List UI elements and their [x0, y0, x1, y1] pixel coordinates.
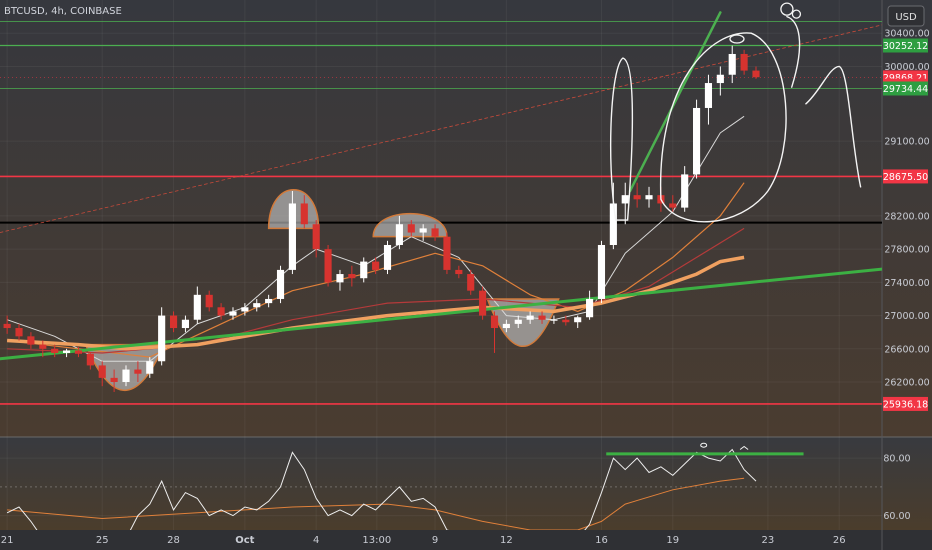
candle-body[interactable] — [633, 195, 641, 200]
rsi-tick-label: 80.00 — [883, 454, 910, 465]
time-tick-label: 19 — [666, 535, 679, 546]
price-tick-label: 30400.00 — [884, 29, 929, 40]
candle-body[interactable] — [336, 274, 344, 283]
candle-body[interactable] — [490, 315, 499, 329]
candle-body[interactable] — [526, 315, 534, 320]
candle-body[interactable] — [146, 361, 154, 374]
candle-body[interactable] — [110, 377, 118, 383]
candle-body[interactable] — [134, 369, 142, 374]
candle-body[interactable] — [253, 303, 261, 308]
candle-body[interactable] — [550, 319, 558, 321]
candle-body[interactable] — [704, 83, 713, 108]
candle-body[interactable] — [383, 244, 392, 270]
candle-body[interactable] — [479, 290, 487, 316]
price-tick-label: 29100.00 — [884, 137, 929, 148]
candle-body[interactable] — [538, 315, 546, 320]
candle-body[interactable] — [728, 53, 736, 75]
candle-body[interactable] — [431, 228, 439, 237]
price-tick-label: 27800.00 — [884, 245, 929, 256]
candle-body[interactable] — [443, 236, 451, 270]
candle-body[interactable] — [360, 261, 368, 279]
candle-body[interactable] — [407, 224, 415, 233]
candle-body[interactable] — [562, 319, 570, 323]
time-tick-label: 16 — [595, 535, 608, 546]
time-tick-label: 9 — [432, 535, 438, 546]
time-tick-label: Oct — [235, 535, 254, 546]
currency-button[interactable]: USD — [887, 5, 925, 27]
time-tick-label: 13:00 — [362, 535, 391, 546]
time-tick-label: 26 — [833, 535, 846, 546]
price-badge-label: 28675.50 — [883, 172, 928, 183]
price-tick-label: 26200.00 — [884, 378, 929, 389]
candle-body[interactable] — [86, 353, 94, 366]
price-tick-label: 26600.00 — [884, 344, 929, 355]
candle-body[interactable] — [395, 224, 403, 245]
candle-body[interactable] — [217, 307, 225, 316]
price-badge-label: 30252.12 — [883, 41, 928, 52]
candle-body[interactable] — [740, 53, 748, 71]
candle-body[interactable] — [265, 298, 273, 304]
chart-svg[interactable]: 30400.0030000.0029100.0028200.0027800.00… — [0, 0, 932, 550]
candle-body[interactable] — [502, 323, 510, 329]
price-badge-label: 25936.18 — [883, 399, 928, 410]
candle-body[interactable] — [15, 328, 23, 337]
time-tick-label: 4 — [313, 535, 319, 546]
candle-body[interactable] — [300, 203, 308, 225]
candle-body[interactable] — [312, 224, 320, 250]
candle-body[interactable] — [276, 269, 285, 299]
candle-body[interactable] — [716, 74, 724, 84]
rsi-tick-label: 60.00 — [883, 511, 910, 522]
candle-body[interactable] — [752, 70, 760, 78]
candle-body[interactable] — [574, 317, 582, 323]
candle-body[interactable] — [74, 350, 83, 354]
candle-body[interactable] — [39, 344, 47, 349]
candle-body[interactable] — [181, 319, 189, 329]
candle-body[interactable] — [193, 294, 201, 320]
candle-body[interactable] — [229, 311, 237, 316]
candle-body[interactable] — [597, 244, 606, 299]
candle-body[interactable] — [669, 203, 677, 208]
candle-body[interactable] — [169, 315, 178, 329]
candle-body[interactable] — [122, 369, 130, 383]
price-tick-label: 27000.00 — [884, 311, 929, 322]
candle-body[interactable] — [455, 269, 463, 275]
time-tick-label: 28 — [167, 535, 180, 546]
candle-body[interactable] — [586, 298, 594, 318]
candle-body[interactable] — [372, 261, 380, 270]
price-tick-label: 28200.00 — [884, 211, 929, 222]
candle-body[interactable] — [288, 203, 296, 270]
candle-body[interactable] — [27, 336, 35, 345]
time-tick-label: 12 — [500, 535, 513, 546]
time-axis-background — [0, 530, 932, 550]
candle-body[interactable] — [609, 203, 617, 245]
chart-title: BTCUSD, 4h, COINBASE — [4, 6, 122, 17]
candle-body[interactable] — [158, 315, 166, 362]
candle-body[interactable] — [51, 348, 59, 353]
candle-body[interactable] — [98, 365, 106, 378]
candle-body[interactable] — [693, 107, 701, 175]
candle-body[interactable] — [419, 228, 427, 233]
price-tick-label: 27400.00 — [884, 278, 929, 289]
candle-body[interactable] — [621, 195, 629, 204]
currency-label: USD — [895, 12, 917, 23]
time-tick-label: 23 — [762, 535, 775, 546]
candle-body[interactable] — [3, 323, 11, 329]
price-badge-label: 29734.44 — [883, 84, 928, 95]
candle-body[interactable] — [324, 249, 332, 283]
candle-body[interactable] — [205, 294, 213, 308]
candle-body[interactable] — [241, 307, 249, 312]
candle-body[interactable] — [645, 195, 653, 200]
candle-body[interactable] — [681, 174, 689, 208]
candle-body[interactable] — [514, 319, 522, 324]
candle-body[interactable] — [63, 350, 71, 353]
candle-body[interactable] — [467, 274, 475, 291]
candle-body[interactable] — [348, 274, 356, 279]
time-tick-label: 21 — [1, 535, 14, 546]
time-tick-label: 25 — [96, 535, 109, 546]
